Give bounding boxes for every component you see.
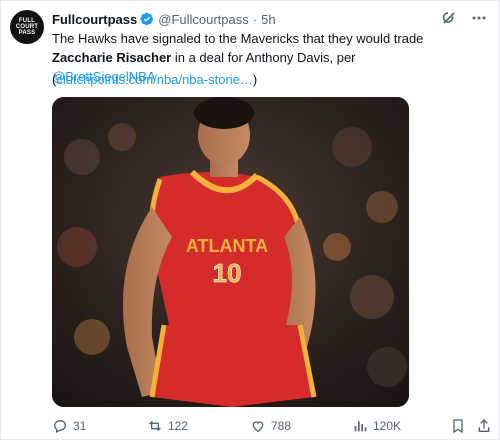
reply-icon (53, 419, 66, 434)
tweet-card[interactable]: FULL COURT PASS Fullcourtpass @Fullcourt… (0, 0, 500, 440)
views-button[interactable]: 120K (352, 416, 401, 436)
jersey-number: 10 (213, 258, 242, 288)
player-photo-illustration: ATLANTA 10 (52, 97, 409, 407)
tweet-photo[interactable]: ATLANTA 10 (52, 97, 409, 407)
bookmark-button[interactable] (450, 416, 466, 436)
text-part-2: in a deal for Anthony Davis, per (171, 50, 356, 65)
share-button[interactable] (476, 416, 492, 436)
bookmark-icon (453, 419, 463, 434)
repost-count: 122 (168, 419, 189, 433)
more-icon[interactable] (471, 10, 487, 26)
reply-count: 31 (73, 419, 87, 433)
tweet-time[interactable]: 5h (261, 12, 275, 27)
avatar-line-3: PASS (18, 30, 36, 36)
repost-button[interactable]: 122 (147, 416, 188, 436)
like-button[interactable]: 788 (250, 416, 291, 436)
url-line: (clutchpoints.com/nba/nba-storie…) (52, 70, 257, 89)
header-actions (441, 10, 487, 26)
share-icon (478, 419, 490, 432)
views-icon (354, 421, 367, 432)
like-count: 788 (271, 419, 292, 433)
tweet-header: Fullcourtpass @Fullcourtpass · 5h (52, 10, 487, 28)
repost-icon (149, 421, 161, 431)
text-part-1: The Hawks have signaled to the Mavericks… (52, 31, 424, 46)
like-icon (252, 421, 264, 433)
author-handle[interactable]: @Fullcourtpass (158, 12, 249, 27)
url-close: ) (252, 72, 258, 87)
separator: · (252, 11, 258, 27)
author-avatar[interactable]: FULL COURT PASS (10, 10, 44, 44)
reply-button[interactable]: 31 (52, 416, 86, 436)
grok-icon[interactable] (441, 10, 457, 26)
avatar-logo: FULL COURT PASS (14, 14, 40, 40)
tweet-actions-bar: 31 122 788 120K (52, 416, 492, 436)
text-bold-name: Zaccharie Risacher (52, 50, 172, 65)
article-link[interactable]: clutchpoints.com/nba/nba-storie… (56, 72, 253, 87)
verified-badge-icon (140, 12, 154, 26)
jersey-wordmark: ATLANTA (186, 236, 268, 256)
author-name[interactable]: Fullcourtpass (52, 12, 137, 27)
view-count: 120K (373, 419, 402, 433)
